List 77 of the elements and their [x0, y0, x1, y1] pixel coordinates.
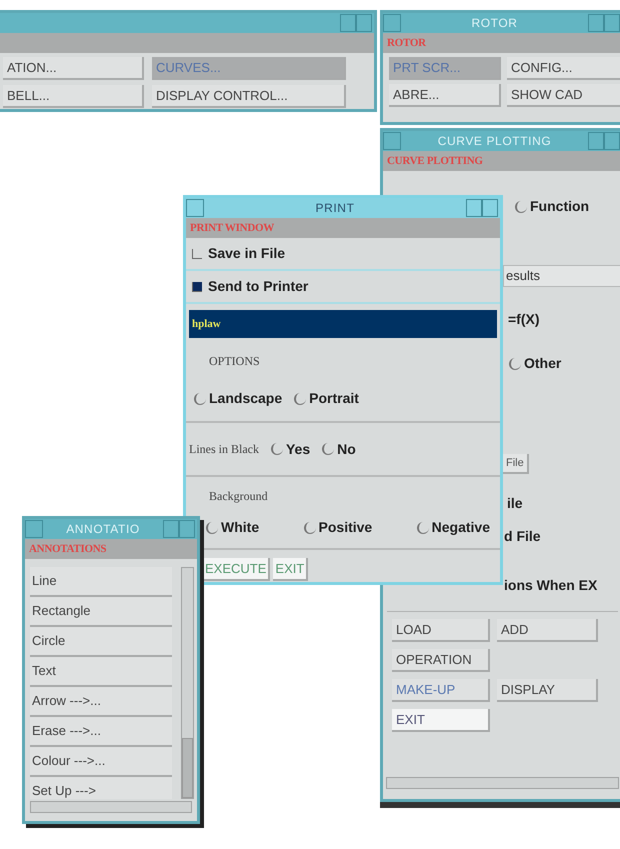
radio-button[interactable]	[294, 392, 306, 404]
list-item[interactable]: Colour --->...	[30, 747, 172, 777]
push-button[interactable]: BELL...	[3, 85, 144, 108]
input-field[interactable]: esults	[503, 265, 620, 287]
window-title: CURVE PLOTTING	[438, 133, 552, 150]
minimize-button[interactable]	[163, 520, 179, 538]
radio-button[interactable]	[509, 358, 521, 370]
section-label: Background	[208, 488, 269, 505]
section-label: Lines in Black	[189, 441, 259, 458]
printer-field[interactable]: hplaw	[189, 310, 497, 338]
minimize-button[interactable]	[588, 132, 604, 150]
maximize-button[interactable]	[482, 199, 498, 217]
vertical-scrollbar[interactable]	[181, 567, 194, 799]
push-button[interactable]: CONFIG...	[507, 57, 620, 80]
scrollbar-thumb[interactable]	[182, 738, 193, 798]
checkbox[interactable]	[192, 282, 202, 292]
radio-label: No	[337, 440, 356, 458]
push-button[interactable]: OPERATION	[392, 649, 490, 672]
checkbox[interactable]	[192, 248, 202, 258]
radio-label: Other	[524, 354, 562, 373]
push-button[interactable]: ABRE...	[389, 84, 501, 107]
maximize-button[interactable]	[179, 520, 195, 538]
section-label: OPTIONS	[208, 353, 261, 370]
radio-button[interactable]	[322, 443, 334, 455]
list-item[interactable]: Line	[30, 567, 172, 597]
radio-button[interactable]	[194, 392, 206, 404]
radio-label: Function	[530, 197, 590, 216]
checkbox-label: Save in File	[208, 244, 286, 263]
push-button[interactable]: DISPLAY	[497, 679, 598, 702]
window-menu-button[interactable]	[383, 14, 401, 32]
push-button[interactable]: File	[503, 454, 529, 474]
minimize-button[interactable]	[588, 14, 604, 32]
list-item[interactable]: Arrow --->...	[30, 687, 172, 717]
option-label: d File	[504, 527, 541, 546]
list-item[interactable]: Erase --->...	[30, 717, 172, 747]
maximize-button[interactable]	[356, 14, 372, 32]
list-item[interactable]: Circle	[30, 627, 172, 657]
radio-label: Positive	[318, 518, 372, 537]
radio-label: Negative	[432, 518, 490, 537]
push-button[interactable]: ATION...	[3, 57, 144, 80]
option-label: =f(X)	[508, 310, 540, 329]
push-button[interactable]: DISPLAY CONTROL...	[152, 85, 346, 108]
radio-button[interactable]	[206, 522, 218, 534]
radio-label: Portrait	[309, 389, 359, 408]
option-label: ions When EX	[504, 576, 598, 595]
horizontal-scrollbar[interactable]	[30, 801, 192, 813]
window-heading: ANNOTATIONS	[29, 542, 106, 557]
window-title: ANNOTATIO	[66, 521, 140, 538]
radio-button[interactable]	[515, 200, 527, 212]
horizontal-scrollbar[interactable]	[386, 777, 619, 789]
window-title: ROTOR	[471, 15, 518, 32]
radio-button[interactable]	[416, 522, 429, 534]
radio-button[interactable]	[304, 522, 316, 534]
window-heading: ROTOR	[387, 36, 426, 51]
list-item[interactable]: Text	[30, 657, 172, 687]
list-item[interactable]: Rectangle	[30, 597, 172, 627]
minimize-button[interactable]	[466, 199, 482, 217]
push-button[interactable]: SHOW CAD	[507, 84, 620, 107]
radio-label: Yes	[286, 440, 310, 458]
window-title: PRINT	[316, 200, 354, 217]
push-button[interactable]: ADD	[497, 619, 598, 642]
checkbox-label: Send to Printer	[208, 277, 308, 296]
window-heading: PRINT WINDOW	[190, 220, 274, 236]
radio-button[interactable]	[270, 443, 283, 455]
window-menu-button[interactable]	[383, 132, 401, 150]
window-heading: CURVE PLOTTING	[387, 154, 483, 169]
push-button[interactable]: LOAD	[392, 619, 490, 642]
radio-label: White	[221, 518, 260, 537]
maximize-button[interactable]	[604, 14, 620, 32]
window-menu-button[interactable]	[25, 520, 43, 538]
radio-label: Landscape	[209, 389, 282, 408]
maximize-button[interactable]	[604, 132, 620, 150]
list-item[interactable]: Set Up --->	[30, 777, 172, 799]
option-label: ile	[507, 494, 523, 513]
push-button[interactable]: EXIT	[392, 709, 490, 732]
window-menu-button[interactable]	[186, 199, 204, 217]
minimize-button[interactable]	[340, 14, 356, 32]
